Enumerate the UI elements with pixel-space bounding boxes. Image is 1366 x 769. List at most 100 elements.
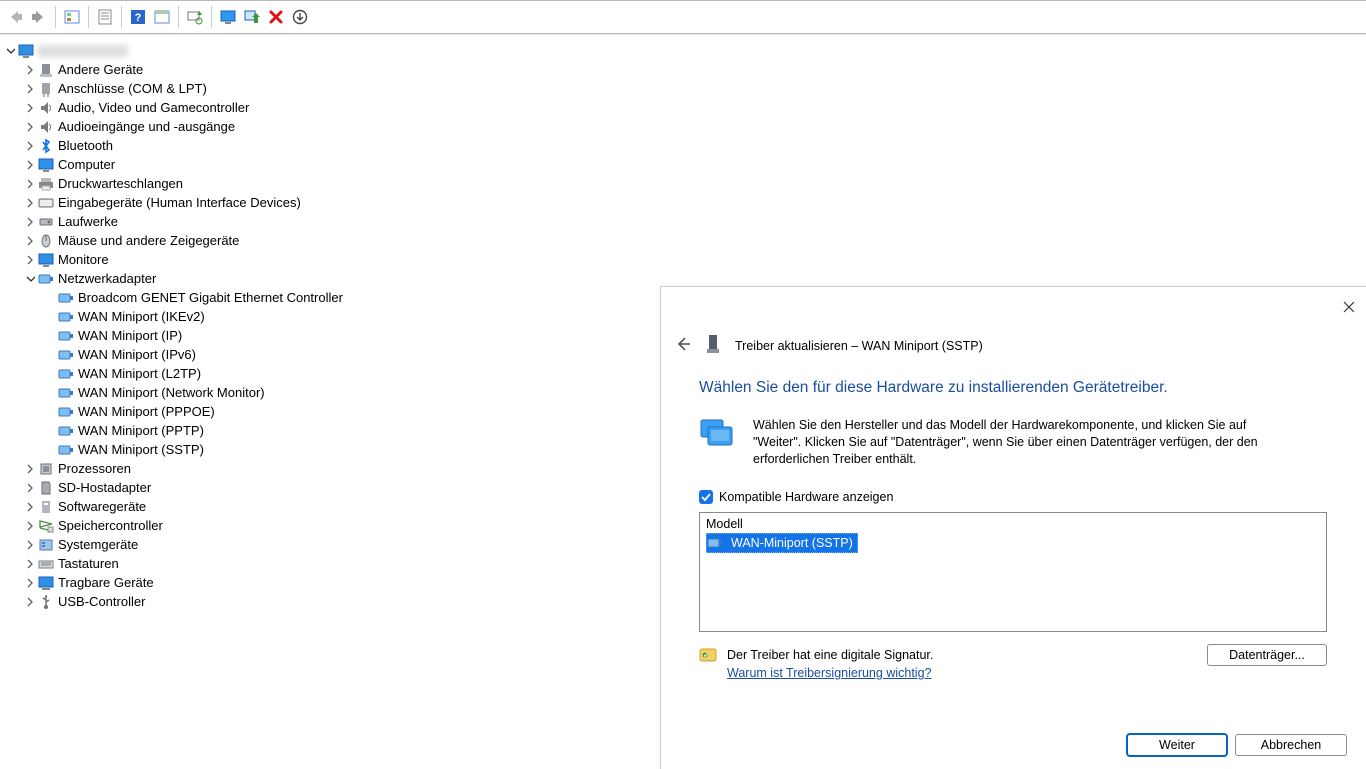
expander-none <box>44 311 56 323</box>
tree-item-label: Computer <box>58 155 115 174</box>
uninstall-device-button[interactable] <box>265 6 287 28</box>
tree-category-item[interactable]: Audio, Video und Gamecontroller <box>4 98 1362 117</box>
tree-category-item[interactable]: Audioeingänge und -ausgänge <box>4 117 1362 136</box>
show-hide-tree-button[interactable] <box>61 6 83 28</box>
tree-item-label: Broadcom GENET Gigabit Ethernet Controll… <box>78 288 343 307</box>
tree-item-label: Tragbare Geräte <box>58 573 154 592</box>
chevron-right-icon[interactable] <box>24 558 36 570</box>
tree-category-item[interactable]: Andere Geräte <box>4 60 1362 79</box>
tree-item-label: USB-Controller <box>58 592 145 611</box>
chevron-right-icon[interactable] <box>24 216 36 228</box>
chevron-right-icon[interactable] <box>24 197 36 209</box>
tree-item-label: Netzwerkadapter <box>58 269 156 288</box>
tree-category-item[interactable]: Laufwerke <box>4 212 1362 231</box>
chevron-right-icon[interactable] <box>24 254 36 266</box>
chevron-down-icon[interactable] <box>24 273 36 285</box>
storage-icon <box>38 518 54 534</box>
expander-none <box>44 387 56 399</box>
model-listbox[interactable]: Modell WAN-Miniport (SSTP) <box>699 512 1327 632</box>
enable-device-button[interactable] <box>217 6 239 28</box>
properties-button[interactable] <box>94 6 116 28</box>
help-icon: ? <box>130 9 146 25</box>
chevron-right-icon[interactable] <box>24 235 36 247</box>
compatible-hardware-checkbox[interactable]: Kompatible Hardware anzeigen <box>699 490 1327 504</box>
cpu-icon <box>38 461 54 477</box>
bt-icon <box>38 138 54 154</box>
tree-item-label: WAN Miniport (L2TP) <box>78 364 201 383</box>
chevron-right-icon[interactable] <box>24 64 36 76</box>
checkbox-checked-icon <box>699 490 713 504</box>
x-red-icon <box>268 9 284 25</box>
device-chip-icon <box>705 333 721 358</box>
nav-back-button[interactable] <box>4 6 26 28</box>
net-icon <box>58 385 74 401</box>
dialog-close-button[interactable] <box>1339 297 1359 317</box>
scan-circle-down-icon <box>292 9 308 25</box>
chevron-right-icon[interactable] <box>24 501 36 513</box>
chevron-right-icon[interactable] <box>24 463 36 475</box>
net-icon <box>58 404 74 420</box>
panel-tree-icon <box>64 9 80 25</box>
tree-category-item[interactable]: Computer <box>4 155 1362 174</box>
expander-none <box>44 444 56 456</box>
tree-category-item[interactable]: Bluetooth <box>4 136 1362 155</box>
checkbox-label: Kompatible Hardware anzeigen <box>719 490 893 504</box>
net-icon <box>38 271 54 287</box>
computer-root-icon <box>18 43 34 59</box>
tree-item-label: Systemgeräte <box>58 535 138 554</box>
tree-item-label: Audioeingänge und -ausgänge <box>58 117 235 136</box>
tree-item-label: WAN Miniport (IKEv2) <box>78 307 205 326</box>
chevron-right-icon[interactable] <box>24 102 36 114</box>
disable-device-button[interactable] <box>241 6 263 28</box>
tree-item-label: Laufwerke <box>58 212 118 231</box>
monitor-icon <box>38 157 54 173</box>
close-icon <box>1343 301 1355 313</box>
why-signing-link[interactable]: Warum ist Treibersignierung wichtig? <box>727 666 931 680</box>
other-icon <box>38 62 54 78</box>
tree-category-item[interactable]: Druckwarteschlangen <box>4 174 1362 193</box>
action-button[interactable] <box>151 6 173 28</box>
chevron-right-icon[interactable] <box>24 482 36 494</box>
chevron-down-icon[interactable] <box>4 45 16 57</box>
keyb-icon <box>38 556 54 572</box>
chevron-right-icon[interactable] <box>24 83 36 95</box>
chevron-right-icon[interactable] <box>24 596 36 608</box>
tree-category-item[interactable]: Monitore <box>4 250 1362 269</box>
expander-none <box>44 368 56 380</box>
arrow-right-icon <box>31 9 47 25</box>
expander-none <box>44 406 56 418</box>
monitor-enable-icon <box>220 9 236 25</box>
tree-item-label: SD-Hostadapter <box>58 478 151 497</box>
chevron-right-icon[interactable] <box>24 577 36 589</box>
dialog-back-button[interactable] <box>675 336 691 355</box>
help-button[interactable]: ? <box>127 6 149 28</box>
chevron-right-icon[interactable] <box>24 520 36 532</box>
model-list-item-selected[interactable]: WAN-Miniport (SSTP) <box>706 533 858 553</box>
toolbar: ? <box>0 0 1366 34</box>
chevron-right-icon[interactable] <box>24 178 36 190</box>
net-icon <box>58 442 74 458</box>
tree-category-item[interactable]: Mäuse und andere Zeigegeräte <box>4 231 1362 250</box>
scan-hardware-button[interactable] <box>289 6 311 28</box>
chevron-right-icon[interactable] <box>24 121 36 133</box>
window-action-icon <box>154 9 170 25</box>
nav-forward-button[interactable] <box>28 6 50 28</box>
cancel-button[interactable]: Abbrechen <box>1235 734 1347 756</box>
have-disk-button[interactable]: Datenträger... <box>1207 644 1327 666</box>
tree-root-item[interactable] <box>4 41 1362 60</box>
tree-item-label: Druckwarteschlangen <box>58 174 183 193</box>
chevron-right-icon[interactable] <box>24 539 36 551</box>
tree-item-label: Speichercontroller <box>58 516 163 535</box>
chevron-right-icon[interactable] <box>24 159 36 171</box>
list-header: Modell <box>706 515 1320 533</box>
update-driver-icon <box>187 9 203 25</box>
sd-icon <box>38 480 54 496</box>
tree-category-item[interactable]: Anschlüsse (COM & LPT) <box>4 79 1362 98</box>
next-button[interactable]: Weiter <box>1127 734 1227 756</box>
mouse-icon <box>38 233 54 249</box>
chevron-right-icon[interactable] <box>24 140 36 152</box>
tree-item-label: Prozessoren <box>58 459 131 478</box>
tree-category-item[interactable]: Eingabegeräte (Human Interface Devices) <box>4 193 1362 212</box>
update-driver-button[interactable] <box>184 6 206 28</box>
dialog-info-text: Wählen Sie den Hersteller und das Modell… <box>753 417 1273 468</box>
